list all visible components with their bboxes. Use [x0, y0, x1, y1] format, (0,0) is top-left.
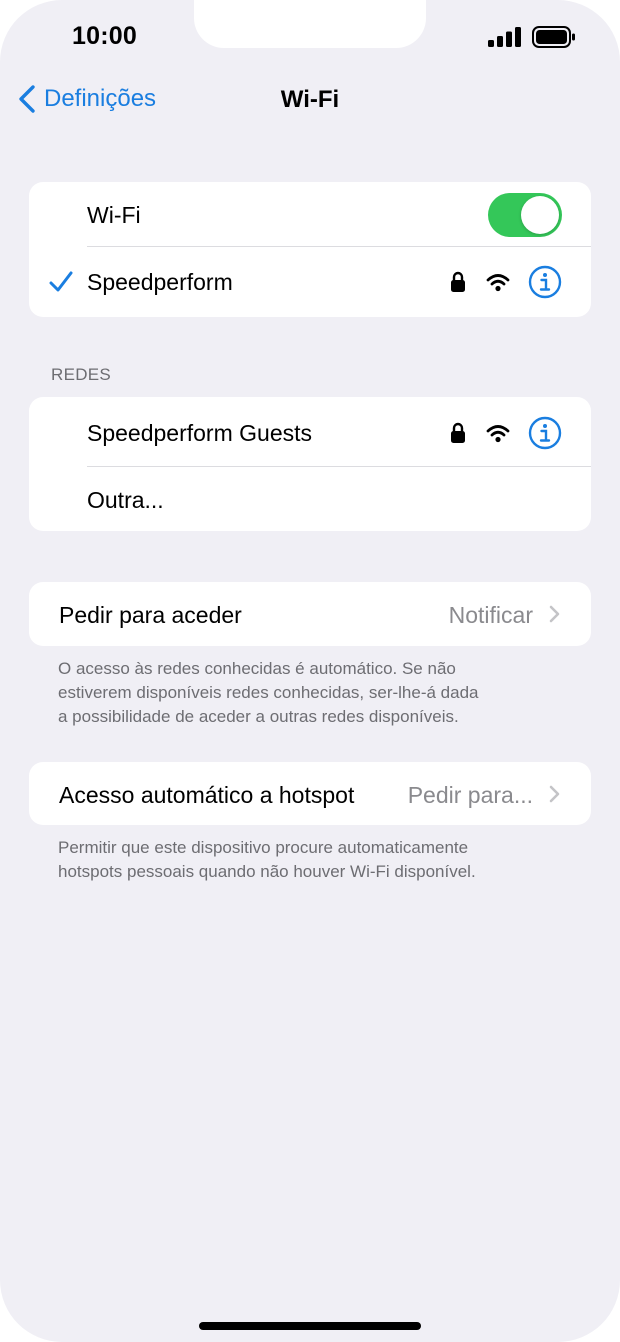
signal-icon	[488, 27, 521, 47]
page-title: Wi-Fi	[280, 86, 340, 113]
auto-hotspot-footer: Permitir que este dispositivo procure au…	[58, 836, 558, 884]
status-icons	[488, 26, 576, 48]
footer-line: hotspots pessoais quando não houver Wi-F…	[58, 862, 476, 881]
wifi-icon	[486, 274, 510, 292]
footer-line: Permitir que este dispositivo procure au…	[58, 838, 469, 857]
auto-hotspot-group[interactable]: Acesso automático a hotspot Pedir para..…	[29, 762, 591, 825]
connected-network-row[interactable]: Speedperform	[29, 247, 591, 317]
ask-to-join-group[interactable]: Pedir para aceder Notificar	[29, 582, 591, 646]
info-icon[interactable]	[528, 416, 562, 450]
connected-network-icons	[450, 265, 562, 299]
network-name: Speedperform Guests	[87, 420, 313, 446]
toggle-knob	[521, 196, 559, 234]
wifi-toggle[interactable]	[488, 193, 562, 237]
lock-icon	[451, 422, 465, 443]
status-time: 10:00	[72, 22, 137, 50]
auto-hotspot-value: Pedir para...	[407, 782, 533, 808]
info-icon[interactable]	[528, 265, 562, 299]
chevron-right-icon	[549, 785, 560, 803]
footer-line: estiverem disponíveis redes conhecidas, …	[58, 683, 479, 702]
battery-icon	[532, 26, 575, 48]
wifi-icon	[486, 425, 510, 443]
home-indicator[interactable]	[199, 1322, 421, 1330]
ask-to-join-footer: O acesso às redes conhecidas é automátic…	[58, 657, 558, 729]
other-network-label: Outra...	[87, 487, 164, 513]
wifi-toggle-label: Wi-Fi	[87, 202, 141, 228]
chevron-right-icon	[549, 605, 560, 623]
ask-to-join-label: Pedir para aceder	[59, 602, 242, 628]
footer-line: a possibilidade de aceder a outras redes…	[58, 707, 459, 726]
footer-line: O acesso às redes conhecidas é automátic…	[58, 659, 456, 678]
network-row[interactable]: Speedperform Guests	[29, 397, 591, 467]
notch	[194, 0, 426, 48]
auto-hotspot-label: Acesso automático a hotspot	[59, 782, 355, 808]
networks-group: Speedperform Guests Outra...	[29, 397, 591, 531]
other-network-row[interactable]: Outra...	[29, 467, 591, 531]
connected-network-name: Speedperform	[87, 269, 233, 295]
phone-screen: 10:00 Definições Wi-Fi Wi-Fi Speedperfor…	[0, 0, 620, 1342]
checkmark-icon	[49, 271, 73, 292]
wifi-group: Wi-Fi Speedperform	[29, 182, 591, 317]
ask-to-join-value: Notificar	[448, 602, 533, 628]
wifi-toggle-row: Wi-Fi	[29, 182, 591, 247]
lock-icon	[451, 271, 465, 292]
networks-section-header: REDES	[51, 365, 112, 384]
network-icons	[450, 416, 562, 450]
